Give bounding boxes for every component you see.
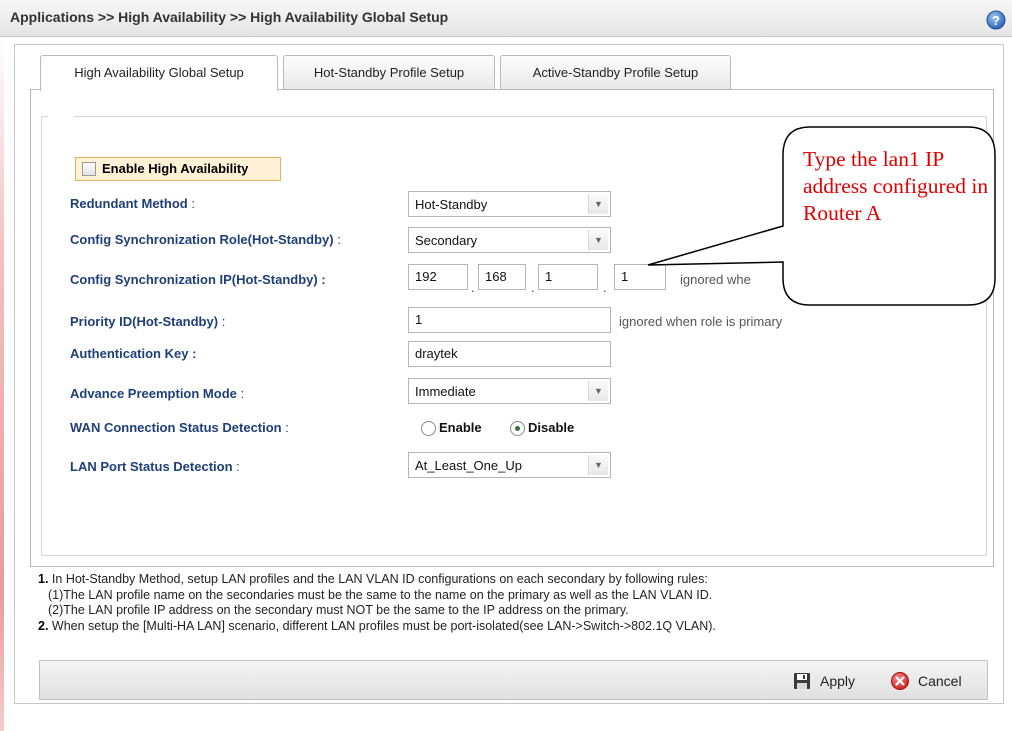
cancel-icon	[891, 672, 909, 690]
note-1a: (1)The LAN profile name on the secondari…	[48, 587, 713, 602]
wan-detection-disable-label: Disable	[528, 420, 575, 435]
chevron-down-icon: ▼	[588, 455, 608, 475]
svg-text:?: ?	[992, 13, 1000, 28]
redundant-method-select[interactable]: Hot-Standby ▼	[408, 191, 611, 217]
chevron-down-icon: ▼	[588, 381, 608, 401]
lan-detection-select[interactable]: At_Least_One_Up ▼	[408, 452, 611, 478]
wan-detection-enable-label: Enable	[439, 420, 482, 435]
note-2: 2. When setup the [Multi-HA LAN] scenari…	[38, 618, 716, 633]
sync-ip-octet-3[interactable]: 1	[538, 264, 598, 290]
wan-detection-enable-radio[interactable]	[421, 421, 436, 436]
sync-ip-label: Config Synchronization IP(Hot-Standby) :	[70, 272, 326, 287]
action-bar: Apply Cancel	[39, 660, 988, 700]
priority-id-label: Priority ID(Hot-Standby) :	[70, 314, 226, 329]
sync-ip-octet-4[interactable]: 1	[614, 264, 666, 290]
enable-ha-checkbox-row[interactable]: Enable High Availability	[75, 157, 281, 181]
breadcrumb: Applications >> High Availability >> Hig…	[10, 9, 449, 25]
redundant-method-label: Redundant Method :	[70, 196, 195, 211]
save-icon	[794, 673, 810, 689]
window-edge	[0, 37, 4, 731]
sync-role-label: Config Synchronization Role(Hot-Standby)…	[70, 232, 341, 247]
breadcrumb-bar: Applications >> High Availability >> Hig…	[0, 0, 1012, 37]
sync-ip-octet-2[interactable]: 168	[478, 264, 526, 290]
note-1: 1. In Hot-Standby Method, setup LAN prof…	[38, 572, 708, 586]
chevron-down-icon: ▼	[588, 230, 608, 250]
sync-ip-octet-1[interactable]: 192	[408, 264, 468, 290]
enable-ha-label: Enable High Availability	[102, 161, 249, 176]
chevron-down-icon: ▼	[588, 194, 608, 214]
enable-ha-checkbox[interactable]	[82, 162, 96, 176]
note-1b: (2)The LAN profile IP address on the sec…	[48, 603, 629, 617]
wan-detection-disable-radio[interactable]	[510, 421, 525, 436]
tab-active-standby-profile[interactable]: Active-Standby Profile Setup	[500, 55, 731, 89]
auth-key-label: Authentication Key :	[70, 346, 197, 361]
help-icon[interactable]: ?	[986, 10, 1006, 30]
wan-detection-label: WAN Connection Status Detection :	[70, 420, 289, 435]
tab-hot-standby-profile[interactable]: Hot-Standby Profile Setup	[283, 55, 495, 89]
apply-button[interactable]: Apply	[792, 671, 882, 691]
sync-ip-hint: ignored whe	[680, 272, 751, 287]
callout-text: Type the lan1 IP address configured in R…	[803, 147, 989, 225]
tab-ha-global-setup[interactable]: High Availability Global Setup	[40, 55, 278, 91]
preemption-label: Advance Preemption Mode :	[70, 386, 245, 401]
notes: 1. In Hot-Standby Method, setup LAN prof…	[38, 572, 998, 634]
preemption-select[interactable]: Immediate ▼	[408, 378, 611, 404]
sync-role-select[interactable]: Secondary ▼	[408, 227, 611, 253]
auth-key-input[interactable]: draytek	[408, 341, 611, 367]
cancel-button[interactable]: Cancel	[890, 671, 985, 691]
lan-detection-label: LAN Port Status Detection :	[70, 459, 240, 474]
priority-id-hint: ignored when role is primary	[619, 314, 783, 329]
priority-id-input[interactable]: 1	[408, 307, 611, 333]
